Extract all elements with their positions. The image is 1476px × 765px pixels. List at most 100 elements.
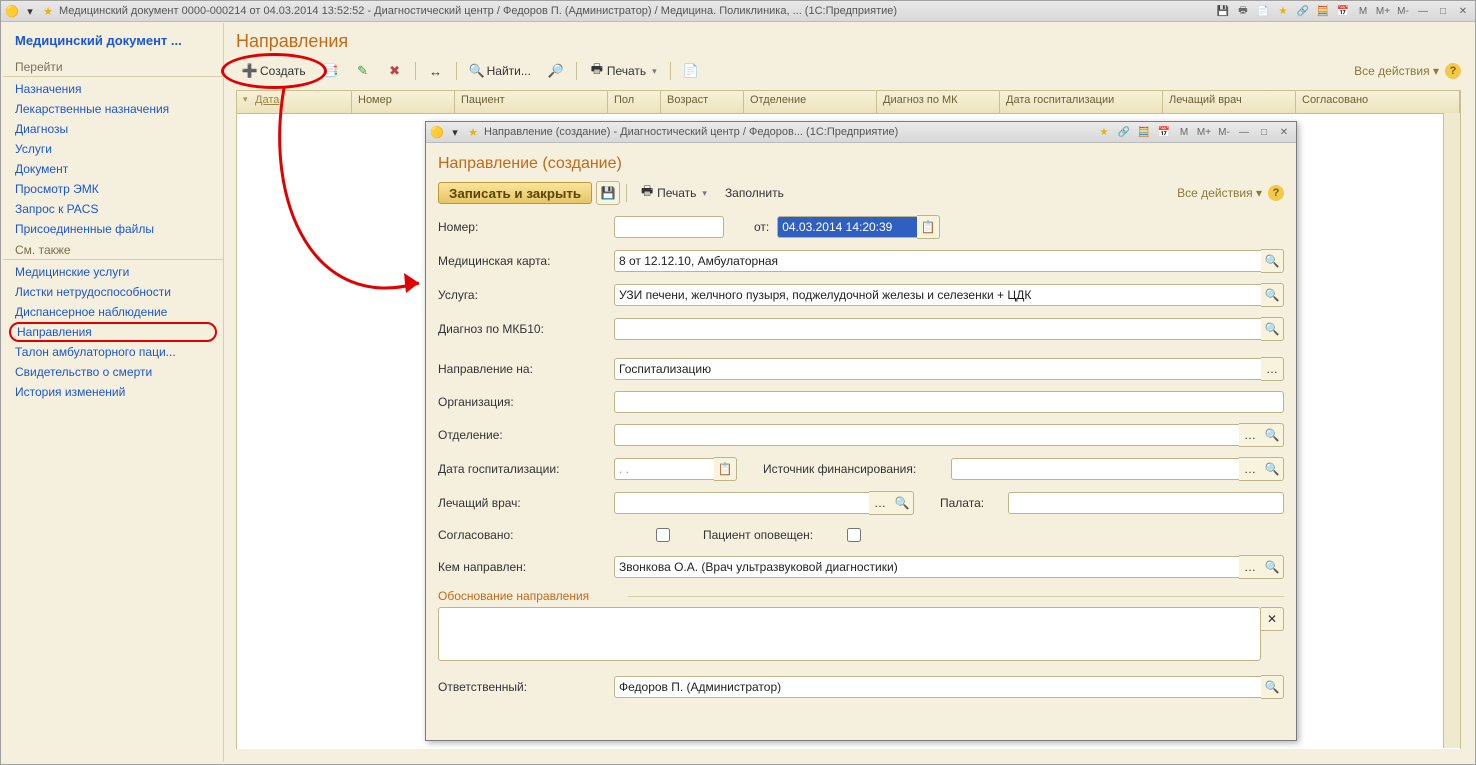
report-button[interactable]: 📄 [677,59,705,83]
sidebar-item-6[interactable]: Запрос к PACS [3,199,223,219]
tb-doc-icon[interactable]: 📄 [1255,4,1271,18]
field-hospdate[interactable]: . . [614,458,714,480]
tb-mplus-icon[interactable]: M+ [1375,4,1391,18]
col-sex[interactable]: Пол [608,91,661,113]
medcard-lookup-button[interactable]: 🔍 [1261,249,1284,273]
doctor-lookup-button[interactable]: 🔍 [891,491,914,515]
field-refby[interactable]: Звонкова О.А. (Врач ультразвуковой диагн… [614,556,1239,578]
sidebar-item-0[interactable]: Назначения [3,79,223,99]
sidebar-item-4[interactable]: Документ [3,159,223,179]
finsrc-lookup-button[interactable]: 🔍 [1261,457,1284,481]
tb-link-icon[interactable]: 🔗 [1295,4,1311,18]
fill-button[interactable]: Заполнить [718,181,791,205]
field-date[interactable]: 04.03.2014 14:20:39 [777,216,917,238]
col-number[interactable]: Номер [352,91,455,113]
sidebar-item2-1[interactable]: Листки нетрудоспособности [3,282,223,302]
d-mminus-icon[interactable]: M- [1216,125,1232,139]
create-button[interactable]: ➕Создать [236,59,313,83]
col-diag[interactable]: Диагноз по МК [877,91,1000,113]
copy-button[interactable]: 📑 [317,59,345,83]
close-button[interactable]: ✕ [1455,4,1471,18]
justification-clear-button[interactable]: ✕ [1261,607,1284,631]
field-finsrc[interactable] [951,458,1239,480]
col-hospdate[interactable]: Дата госпитализации [1000,91,1163,113]
tb-star2-icon[interactable]: ★ [1275,4,1291,18]
clear-find-button[interactable]: 🔎 [542,59,570,83]
checkbox-notified[interactable] [847,528,861,542]
all-actions-link[interactable]: Все действия ▾ [1354,64,1439,78]
tb-calc-icon[interactable]: 🧮 [1315,4,1331,18]
col-age[interactable]: Возраст [661,91,744,113]
field-doctor[interactable] [614,492,869,514]
dialog-help-icon[interactable]: ? [1268,185,1284,201]
sidebar-item2-0[interactable]: Медицинские услуги [3,262,223,282]
diag-lookup-button[interactable]: 🔍 [1261,317,1284,341]
d-m-icon[interactable]: M [1176,125,1192,139]
sidebar-item-7[interactable]: Присоединенные файлы [3,219,223,239]
sidebar-item-directions[interactable]: Направления [9,322,217,342]
service-lookup-button[interactable]: 🔍 [1261,283,1284,307]
star-icon[interactable]: ★ [41,4,55,18]
sidebar-item-1[interactable]: Лекарственные назначения [3,99,223,119]
col-agreed[interactable]: Согласовано [1296,91,1460,113]
field-ward[interactable] [1008,492,1284,514]
field-responsible[interactable]: Федоров П. (Администратор) [614,676,1261,698]
col-dept[interactable]: Отделение [744,91,877,113]
grid-scrollbar[interactable] [1443,113,1460,748]
tb-print-icon[interactable]: 🖶 [1235,4,1251,18]
field-org[interactable] [614,391,1284,413]
dialog-maximize[interactable]: □ [1256,125,1272,139]
sidebar-item2-4[interactable]: Талон амбулаторного паци... [3,342,223,362]
dept-select-button[interactable]: … [1239,423,1261,447]
dept-lookup-button[interactable]: 🔍 [1261,423,1284,447]
refto-select-button[interactable]: … [1261,357,1284,381]
dialog-close[interactable]: ✕ [1276,125,1292,139]
responsible-lookup-button[interactable]: 🔍 [1261,675,1284,699]
col-patient[interactable]: Пациент [455,91,608,113]
field-refto[interactable]: Госпитализацию [614,358,1261,380]
nav-down-icon[interactable]: ▾ [23,4,37,18]
sidebar-item-3[interactable]: Услуги [3,139,223,159]
dialog-minimize[interactable]: — [1236,125,1252,139]
d-calc-icon[interactable]: 🧮 [1136,125,1152,139]
minimize-button[interactable]: — [1415,4,1431,18]
tb-cal-icon[interactable]: 📅 [1335,4,1351,18]
nav-down-icon[interactable]: ▾ [448,125,462,139]
refby-select-button[interactable]: … [1239,555,1261,579]
field-service[interactable]: УЗИ печени, желчного пузыря, поджелудочн… [614,284,1261,306]
tb-m-icon[interactable]: M [1355,4,1371,18]
d-star-icon[interactable]: ★ [1096,125,1112,139]
dialog-print-button[interactable]: 🖶Печать [633,181,714,205]
date-picker-button[interactable]: 📋 [917,215,940,239]
maximize-button[interactable]: □ [1435,4,1451,18]
finsrc-select-button[interactable]: … [1239,457,1261,481]
checkbox-agreed[interactable] [656,528,670,542]
hospdate-picker-button[interactable]: 📋 [714,457,737,481]
tb-save-icon[interactable]: 💾 [1215,4,1231,18]
print-button[interactable]: 🖶Печать [583,59,664,83]
refby-lookup-button[interactable]: 🔍 [1261,555,1284,579]
d-mplus-icon[interactable]: M+ [1196,125,1212,139]
doctor-select-button[interactable]: … [869,491,891,515]
dialog-all-actions[interactable]: Все действия ▾ [1177,186,1262,200]
sidebar-item2-5[interactable]: Свидетельство о смерти [3,362,223,382]
col-doctor[interactable]: Лечащий врач [1163,91,1296,113]
find-button[interactable]: 🔍Найти... [463,59,538,83]
sidebar-item-5[interactable]: Просмотр ЭМК [3,179,223,199]
field-justification[interactable] [438,607,1261,661]
sidebar-item2-6[interactable]: История изменений [3,382,223,402]
field-diag[interactable] [614,318,1261,340]
sidebar-item2-2[interactable]: Диспансерное наблюдение [3,302,223,322]
star-icon[interactable]: ★ [466,125,480,139]
tb-mminus-icon[interactable]: M- [1395,4,1411,18]
col-date[interactable]: Дата [237,91,352,113]
edit-button[interactable]: ✎ [349,59,377,83]
save-close-button[interactable]: Записать и закрыть [438,182,592,204]
field-number[interactable] [614,216,724,238]
save-button[interactable]: 💾 [596,181,620,205]
field-dept[interactable] [614,424,1239,446]
delete-button[interactable]: ✖ [381,59,409,83]
field-medcard[interactable]: 8 от 12.12.10, Амбулаторная [614,250,1261,272]
d-link-icon[interactable]: 🔗 [1116,125,1132,139]
d-cal-icon[interactable]: 📅 [1156,125,1172,139]
